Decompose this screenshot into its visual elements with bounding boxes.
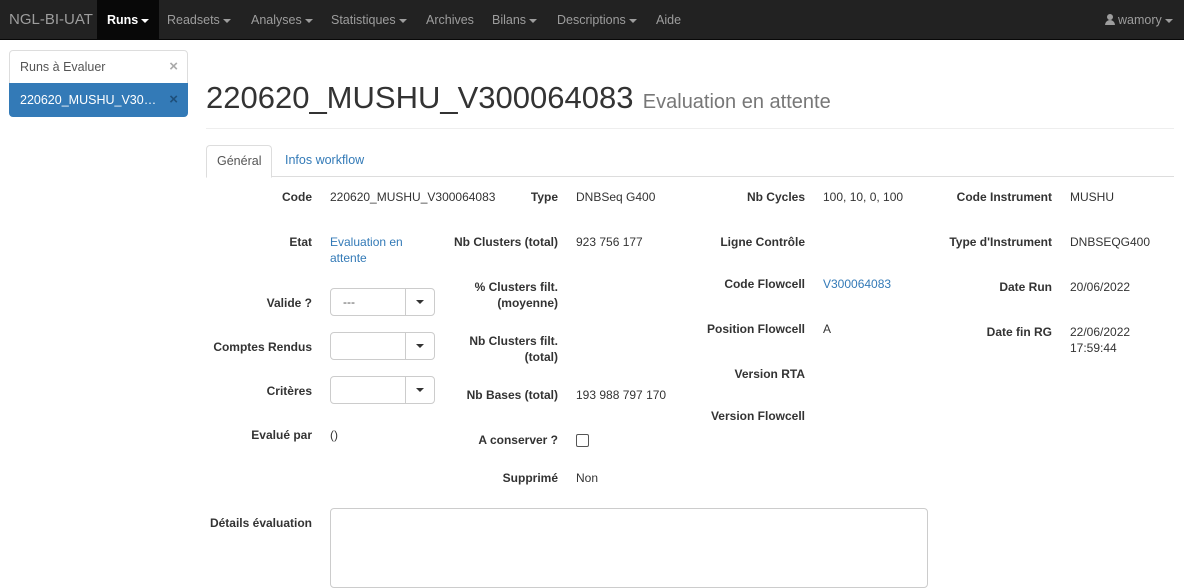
type-value: DNBSeq G400: [576, 190, 656, 204]
ligne-controle-label: Ligne Contrôle: [720, 235, 805, 249]
valide-select[interactable]: ---: [330, 288, 435, 316]
runs-list: Runs à Evaluer × 220620_MUSHU_V300064083…: [9, 50, 188, 117]
list-item-label: Runs à Evaluer: [20, 60, 106, 74]
etat-value-line: attente: [330, 251, 367, 265]
nb-clusters-filt-label-line: Nb Clusters filt.: [469, 334, 558, 348]
code-flowcell-label: Code Flowcell: [724, 277, 805, 291]
caret-down-icon: [529, 18, 538, 23]
date-run-value: 20/06/2022: [1070, 280, 1131, 294]
date-fin-rg-value: 22/06/2022 17:59:44: [1070, 324, 1130, 356]
nav-archives[interactable]: Archives: [416, 0, 484, 40]
nav-user-menu[interactable]: wamory: [1095, 0, 1183, 40]
type-instrument-label: Type d'Instrument: [949, 235, 1052, 249]
valide-selected-value: ---: [343, 295, 355, 309]
nb-bases-label: Nb Bases (total): [466, 388, 558, 402]
date-fin-rg-label: Date fin RG: [986, 325, 1052, 339]
nav-descriptions[interactable]: Descriptions: [547, 0, 647, 40]
nb-cycles-label: Nb Cycles: [746, 190, 805, 204]
tab-general[interactable]: Général: [206, 145, 273, 178]
nav-bilans-label: Bilans: [492, 13, 527, 27]
nav-aide-label: Aide: [656, 13, 682, 27]
details-evaluation-textarea[interactable]: [330, 508, 928, 588]
nav-readsets[interactable]: Readsets: [157, 0, 241, 40]
caret-down-icon: [304, 18, 313, 23]
header-divider: [206, 128, 1174, 129]
brand-link[interactable]: NGL-BI-UAT: [0, 0, 102, 40]
nav-runs-label: Runs: [107, 13, 139, 27]
nav-statistiques-label: Statistiques: [331, 13, 396, 27]
date-fin-rg-time: 17:59:44: [1070, 341, 1117, 355]
nb-bases-value: 193 988 797 170: [576, 388, 667, 402]
code-label: Code: [282, 190, 312, 204]
criteres-label: Critères: [266, 384, 312, 398]
supprime-label: Supprimé: [502, 471, 558, 485]
caret-down-icon: [416, 300, 424, 304]
run-status-subtitle: Evaluation en attente: [642, 91, 831, 113]
caret-down-icon: [416, 344, 424, 348]
nav-archives-label: Archives: [426, 13, 474, 27]
code-flowcell-link[interactable]: V300064083: [823, 276, 891, 292]
type-instrument-value: DNBSEQG400: [1070, 235, 1151, 249]
caret-down-icon: [141, 18, 150, 23]
nav-readsets-label: Readsets: [167, 13, 220, 27]
criteres-select[interactable]: [330, 376, 435, 404]
evalue-par-label: Evalué par: [251, 428, 312, 442]
code-instrument-value: MUSHU: [1070, 190, 1114, 204]
a-conserver-label: A conserver ?: [478, 433, 558, 447]
evalue-par-value: (): [330, 428, 338, 442]
pct-clusters-filt-label-line: % Clusters filt.: [474, 280, 558, 294]
nav-descriptions-label: Descriptions: [557, 13, 626, 27]
version-flowcell-label: Version Flowcell: [710, 409, 805, 423]
list-item-runs-a-evaluer[interactable]: Runs à Evaluer ×: [9, 50, 188, 84]
date-run-label: Date Run: [999, 280, 1052, 294]
caret-down-icon: [416, 388, 424, 392]
etat-label: Etat: [289, 235, 312, 249]
comptes-rendus-select[interactable]: [330, 332, 435, 360]
nb-cycles-value: 100, 10, 0, 100: [823, 190, 904, 204]
type-label: Type: [530, 190, 558, 204]
version-rta-label: Version RTA: [734, 367, 805, 381]
caret-down-icon: [398, 18, 407, 23]
etat-value-line: Evaluation en: [330, 235, 403, 249]
top-navbar: NGL-BI-UAT Runs Readsets Analyses Statis…: [0, 0, 1184, 40]
nav-analyses-label: Analyses: [251, 13, 302, 27]
caret-down-icon: [1164, 18, 1173, 23]
nb-clusters-filt-label: Nb Clusters filt. (total): [430, 333, 558, 365]
close-icon[interactable]: ×: [169, 51, 178, 83]
nb-clusters-filt-label-line: (total): [524, 350, 558, 364]
close-icon[interactable]: ×: [169, 84, 178, 116]
valide-label: Valide ?: [266, 296, 312, 310]
tab-bar: Général Infos workflow: [206, 145, 1174, 178]
pct-clusters-filt-label-line: (moyenne): [497, 296, 558, 310]
comptes-rendus-label: Comptes Rendus: [213, 340, 312, 354]
nb-clusters-value: 923 756 177: [576, 235, 643, 249]
details-evaluation-label: Détails évaluation: [209, 516, 312, 530]
nav-bilans[interactable]: Bilans: [482, 0, 547, 40]
nb-clusters-label: Nb Clusters (total): [453, 235, 558, 249]
list-item-current-run[interactable]: 220620_MUSHU_V300064083 ×: [9, 83, 188, 117]
etat-value-link[interactable]: Evaluation en attente: [330, 234, 403, 266]
supprime-value: Non: [576, 471, 599, 485]
date-fin-rg-date: 22/06/2022: [1070, 325, 1131, 339]
list-item-label: 220620_MUSHU_V300064083: [20, 93, 188, 107]
nav-statistiques[interactable]: Statistiques: [321, 0, 417, 40]
caret-down-icon: [222, 18, 231, 23]
nav-analyses[interactable]: Analyses: [241, 0, 323, 40]
page-title: 220620_MUSHU_V300064083 Evaluation en at…: [206, 80, 831, 116]
pct-clusters-filt-label: % Clusters filt. (moyenne): [430, 279, 558, 311]
user-name: wamory: [1118, 13, 1162, 27]
user-icon: [1105, 14, 1115, 25]
nav-aide[interactable]: Aide: [646, 0, 691, 40]
position-flowcell-label: Position Flowcell: [706, 322, 805, 336]
code-instrument-label: Code Instrument: [956, 190, 1052, 204]
caret-down-icon: [628, 18, 637, 23]
tab-infos-workflow[interactable]: Infos workflow: [275, 145, 374, 177]
nav-runs[interactable]: Runs: [97, 0, 160, 40]
position-flowcell-value: A: [823, 322, 832, 336]
a-conserver-checkbox[interactable]: [576, 434, 589, 447]
run-code-title: 220620_MUSHU_V300064083: [206, 80, 634, 115]
